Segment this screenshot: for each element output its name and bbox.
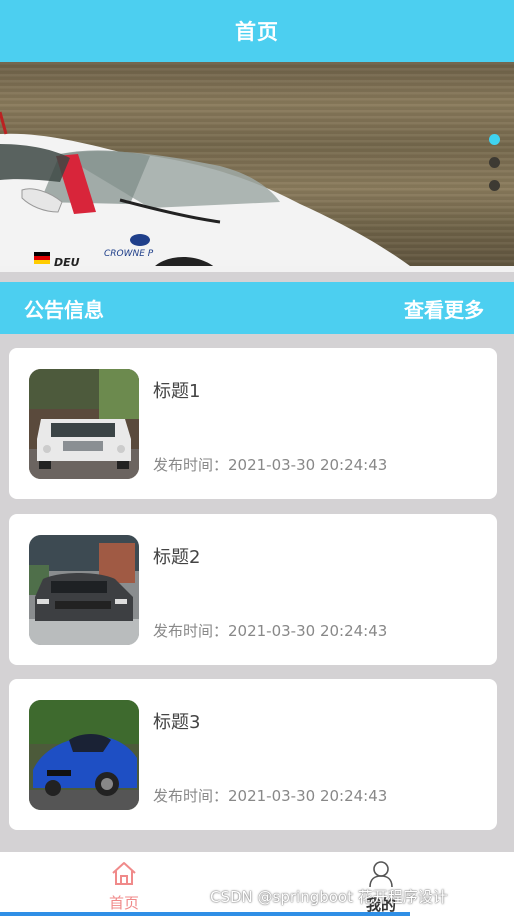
notice-item-time: 发布时间：2021-03-30 20:24:43 <box>153 787 388 805</box>
watermark-text: CSDN @springboot 花开程序设计 <box>210 888 448 906</box>
page-title: 首页 <box>235 20 279 44</box>
banner-bottom-strip <box>0 266 514 272</box>
notice-item[interactable]: 标题3 发布时间：2021-03-30 20:24:43 <box>9 679 497 830</box>
notice-section-header: 公告信息 查看更多 <box>0 282 514 334</box>
view-more-link[interactable]: 查看更多 <box>404 294 484 323</box>
notice-thumbnail <box>29 535 139 645</box>
notice-item-time: 发布时间：2021-03-30 20:24:43 <box>153 622 388 640</box>
tab-home-label: 首页 <box>108 894 139 912</box>
home-icon <box>112 862 136 885</box>
carousel-dot-1[interactable] <box>489 134 500 145</box>
notice-list: 标题1 发布时间：2021-03-30 20:24:43 标题2 发布时间：20… <box>0 334 514 852</box>
tab-home[interactable]: 首页 <box>84 860 164 913</box>
svg-text:CROWNE P: CROWNE P <box>104 249 154 259</box>
notice-item[interactable]: 标题1 发布时间：2021-03-30 20:24:43 <box>9 348 497 499</box>
notice-thumbnail <box>29 369 139 479</box>
notice-item-time: 发布时间：2021-03-30 20:24:43 <box>153 456 388 474</box>
banner-carousel[interactable]: DEU CROWNE P <box>0 62 514 272</box>
user-icon <box>369 861 393 888</box>
carousel-dot-3[interactable] <box>489 180 500 191</box>
carousel-indicators <box>489 134 500 191</box>
carousel-dot-2[interactable] <box>489 157 500 168</box>
app-header: 首页 <box>0 0 514 62</box>
notice-title: 公告信息 <box>24 297 104 322</box>
notice-item[interactable]: 标题2 发布时间：2021-03-30 20:24:43 <box>9 514 497 665</box>
notice-thumbnail <box>29 700 139 810</box>
bottom-accent-line <box>0 912 410 916</box>
notice-item-title: 标题2 <box>153 547 201 568</box>
notice-item-title: 标题3 <box>153 712 201 733</box>
banner-car-image: DEU CROWNE P <box>0 111 410 272</box>
notice-item-title: 标题1 <box>153 381 201 402</box>
